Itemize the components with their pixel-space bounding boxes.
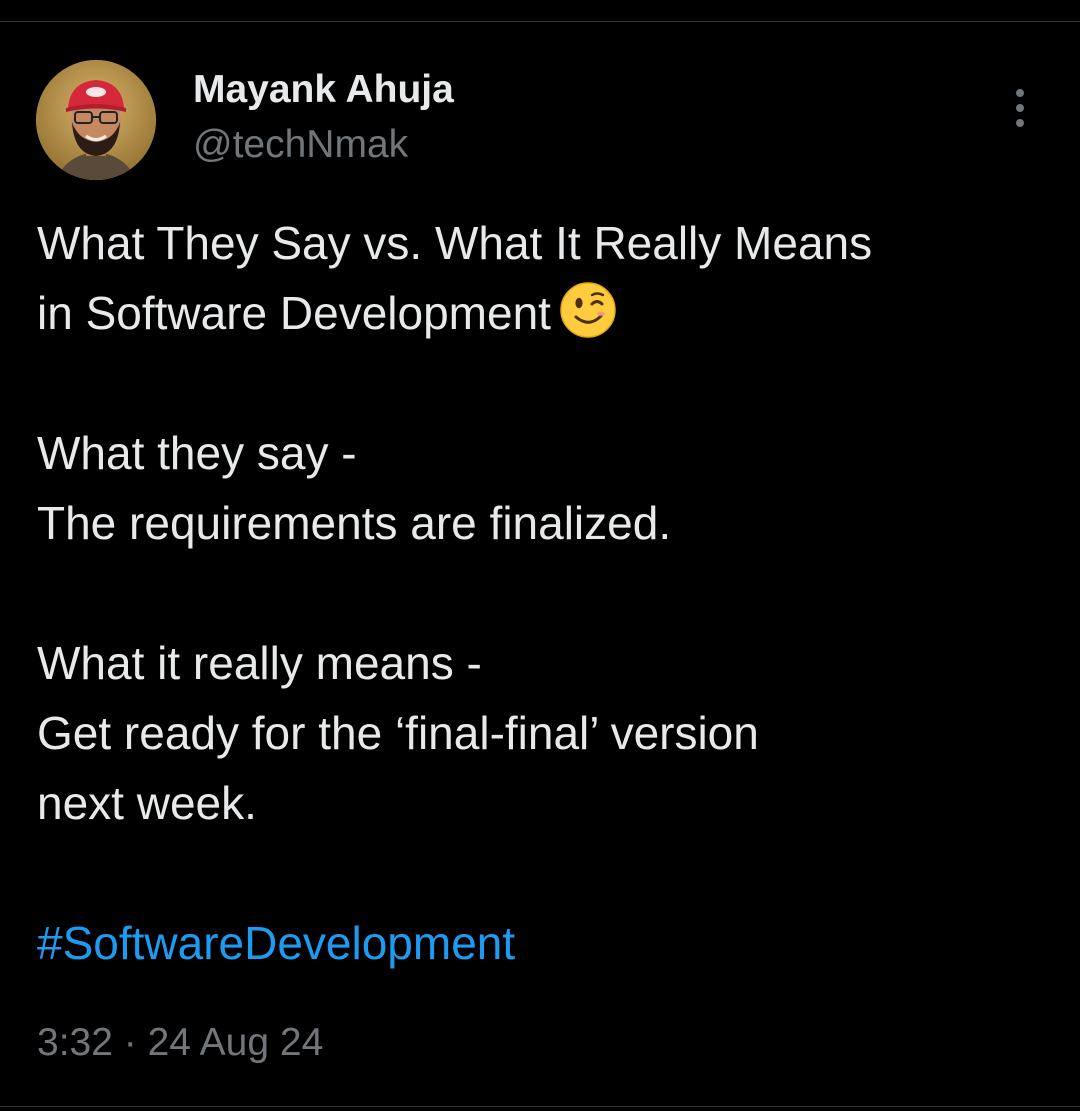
tweet-title-line-2-text: in Software Development	[37, 287, 551, 339]
say-text: The requirements are finalized.	[37, 497, 672, 549]
timestamp-separator: ·	[123, 1021, 137, 1064]
winking-face-emoji-icon	[560, 282, 616, 338]
more-options-button[interactable]	[1000, 86, 1040, 130]
hashtag-link[interactable]: #SoftwareDevelopment	[37, 917, 515, 969]
tweet-date: 24 Aug 24	[147, 1021, 324, 1064]
more-vertical-icon	[1016, 89, 1024, 127]
avatar[interactable]	[36, 60, 156, 180]
tweet-title-line-1: What They Say vs. What It Really Means	[37, 217, 873, 269]
hashtag-row: #SoftwareDevelopment	[37, 908, 1047, 978]
author-handle[interactable]: @techNmak	[193, 121, 408, 169]
means-text-line-1: Get ready for the ‘final-final’ version	[37, 707, 759, 759]
bottom-divider	[0, 1106, 1080, 1107]
tweet-time: 3:32	[37, 1021, 113, 1064]
tweet-title-line-2: in Software Development	[37, 278, 1047, 348]
say-heading: What they say -	[37, 427, 357, 479]
author-display-name[interactable]: Mayank Ahuja	[193, 66, 454, 114]
means-heading: What it really means -	[37, 637, 482, 689]
means-text-line-2: next week.	[37, 777, 257, 829]
tweet-timestamp[interactable]: 3:32 · 24 Aug 24	[37, 1018, 323, 1068]
tweet-text: What They Say vs. What It Really Means i…	[37, 208, 1047, 978]
top-divider	[0, 21, 1080, 22]
avatar-image	[36, 60, 156, 180]
